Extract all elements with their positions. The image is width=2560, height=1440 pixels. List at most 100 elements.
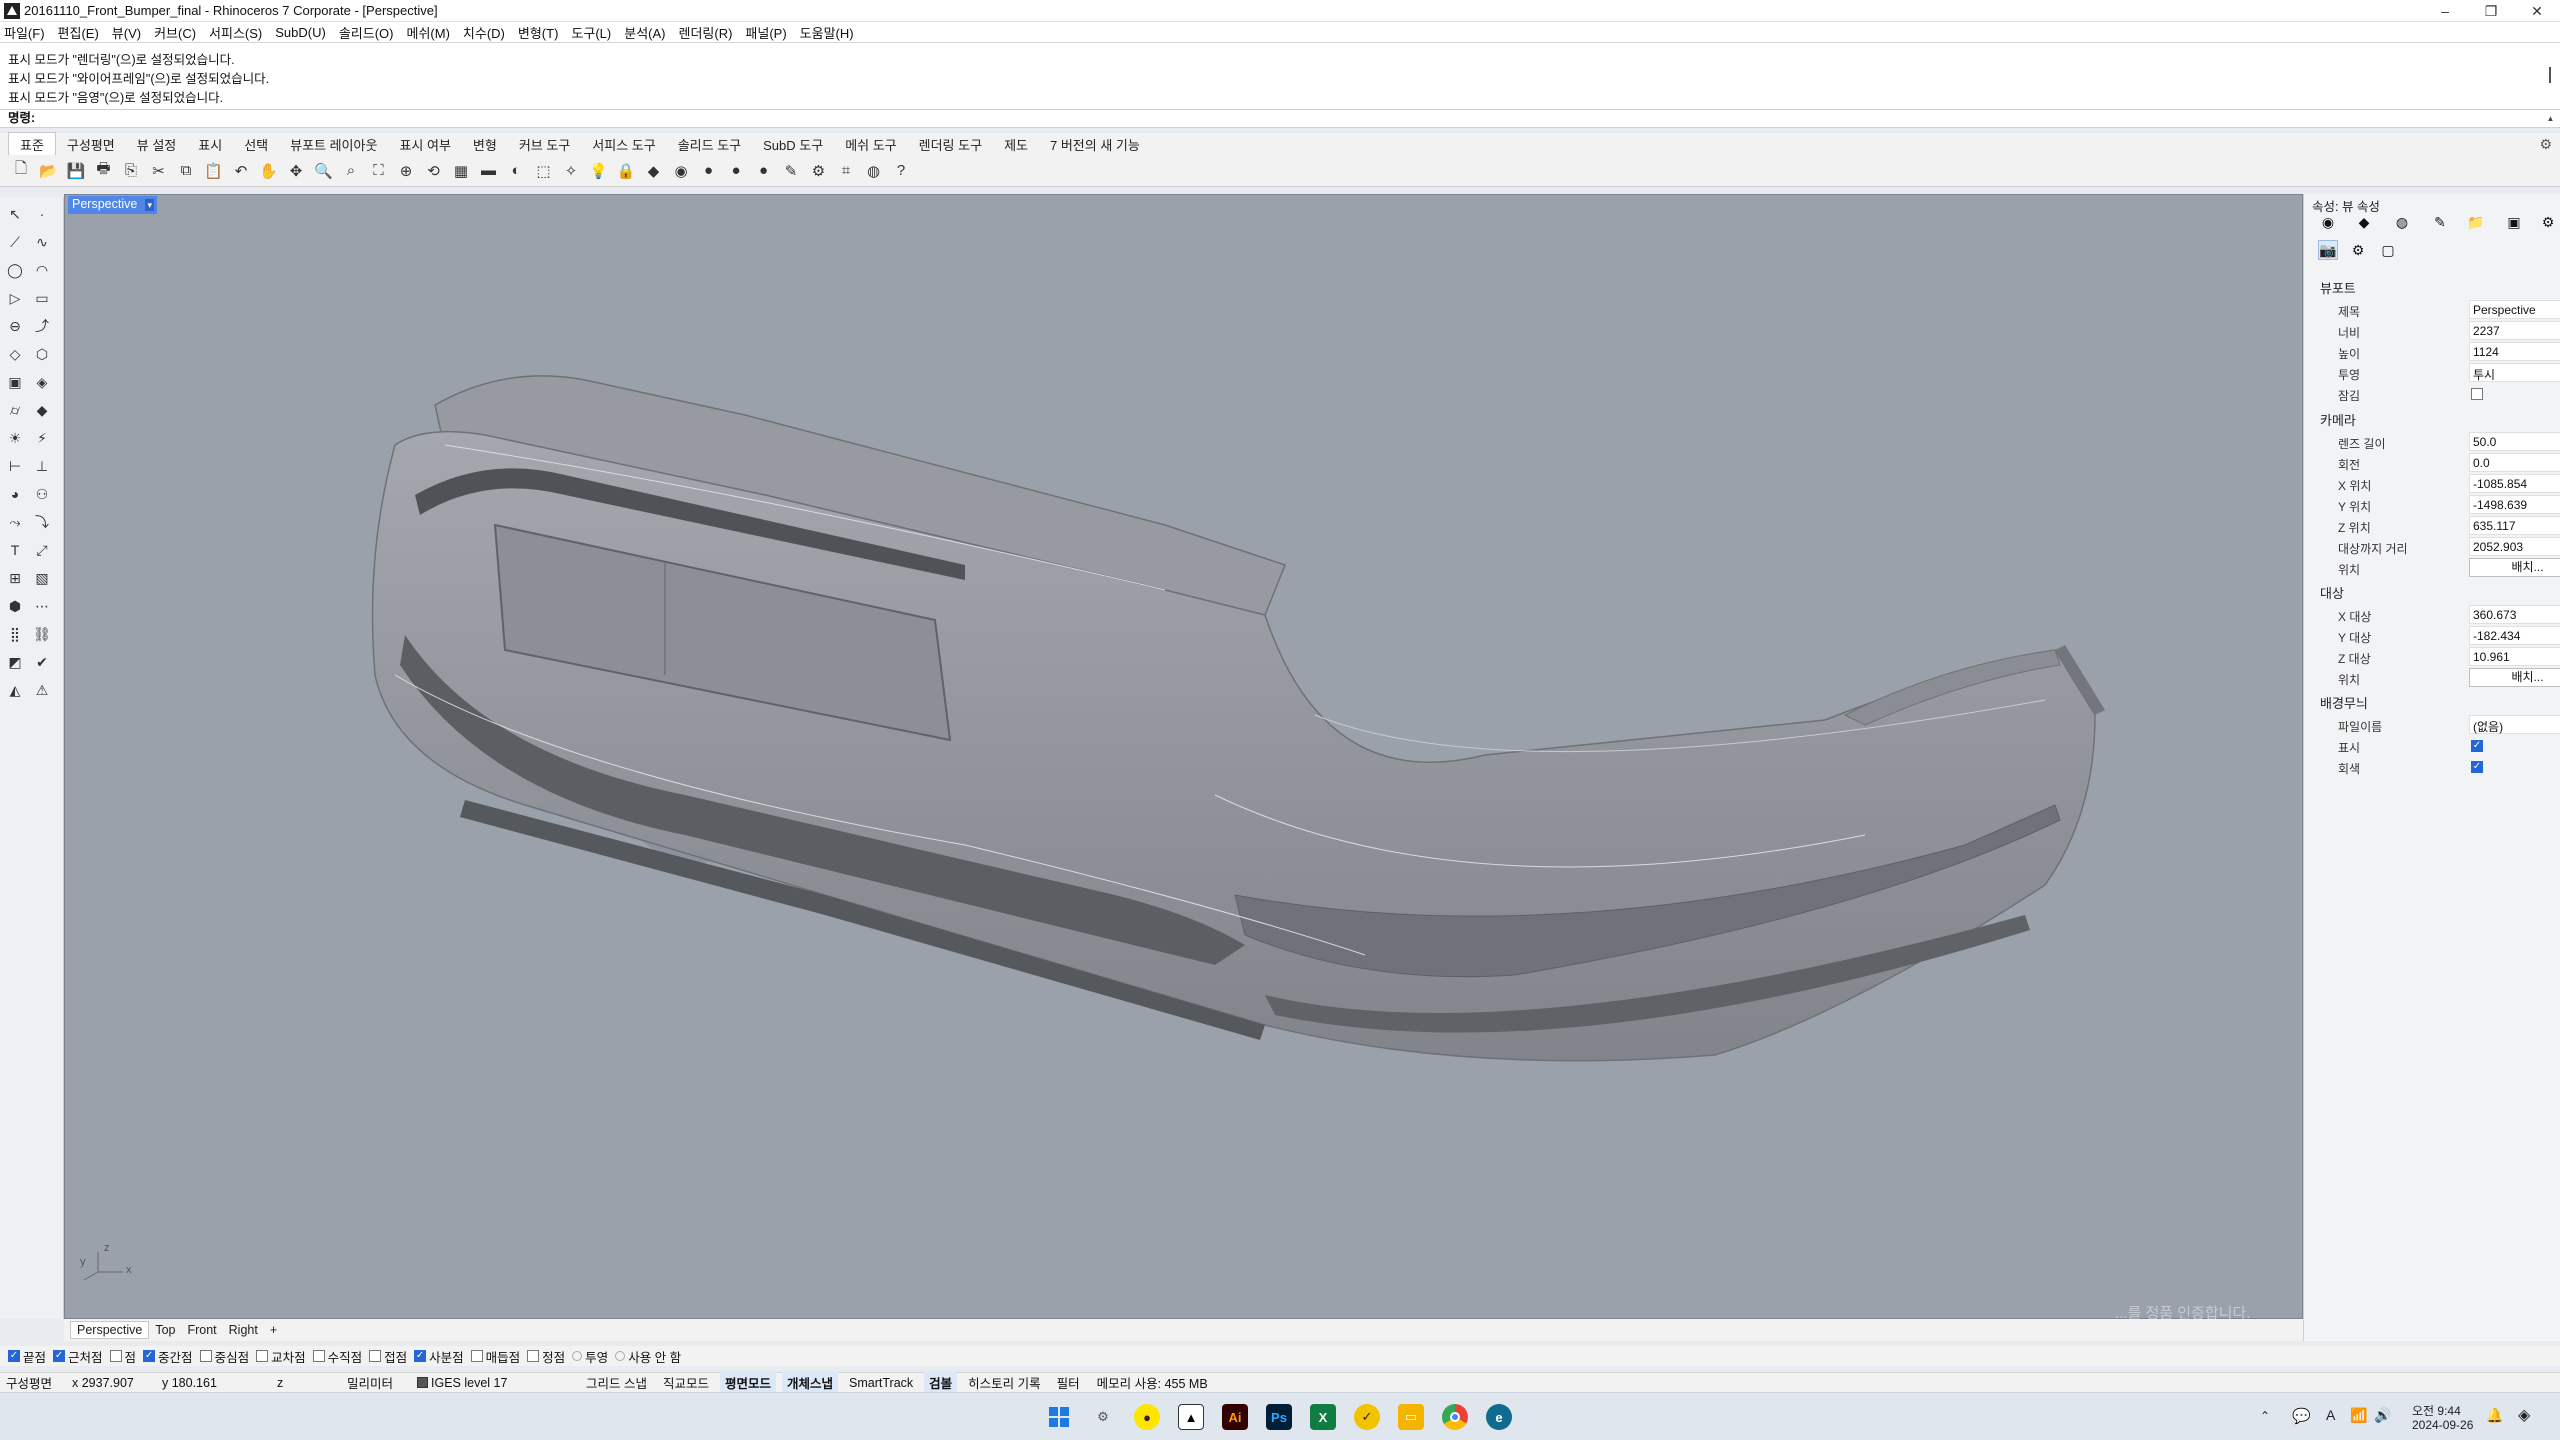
tab-render-tools[interactable]: 렌더링 도구	[908, 133, 993, 156]
points-on-icon[interactable]: ✧	[560, 160, 582, 182]
menu-solid[interactable]: 솔리드(O)	[339, 23, 394, 42]
windows-start-icon[interactable]	[1046, 1404, 1072, 1430]
tab-visibility[interactable]: 표시 여부	[388, 133, 461, 156]
pane-ortho[interactable]: 직교모드	[658, 1371, 714, 1394]
viewport-title[interactable]: Perspective ▾	[68, 196, 158, 214]
select-arrow-icon[interactable]: ↖	[4, 203, 26, 225]
pane-planar[interactable]: 평면모드	[720, 1371, 777, 1394]
tab-viewport-layout[interactable]: 뷰포트 레이아웃	[279, 133, 388, 156]
x-position-field[interactable]: -1085.854	[2469, 474, 2560, 493]
zoom-selected-icon[interactable]: ⊕	[395, 160, 417, 182]
menu-view[interactable]: 뷰(V)	[112, 23, 141, 42]
light-icon[interactable]: ☀	[4, 427, 26, 449]
extra-panel-icon[interactable]: ⚙	[2538, 212, 2558, 232]
prop-width-field[interactable]: 2237	[2469, 321, 2560, 340]
explode-icon[interactable]: ⤵	[31, 511, 53, 533]
y-target-field[interactable]: -182.434	[2469, 626, 2560, 645]
camera-icon[interactable]: 📷	[2318, 240, 2338, 260]
close-button[interactable]: ✕	[2514, 0, 2560, 22]
zoom-icon[interactable]: 🔍	[313, 160, 335, 182]
image-icon[interactable]: ▣	[2504, 212, 2524, 232]
drafting-icon[interactable]: ⚠	[31, 679, 53, 701]
osnap-center[interactable]: 중심점	[199, 1347, 249, 1366]
locked-checkbox[interactable]	[2471, 388, 2483, 400]
viewport-frame-icon[interactable]: ▢	[2378, 240, 2398, 260]
join-icon[interactable]: ⤳	[4, 511, 26, 533]
wireframe-sphere-icon[interactable]: ●	[698, 160, 720, 182]
minimize-button[interactable]: –	[2422, 0, 2468, 22]
color-wheel-icon[interactable]: ◉	[670, 160, 692, 182]
menu-curve[interactable]: 커브(C)	[154, 23, 196, 42]
add-viewport-tab-icon[interactable]: +	[264, 1322, 283, 1338]
tab-solid-tools[interactable]: 솔리드 도구	[667, 133, 752, 156]
clock-date[interactable]: 2024-09-26	[2412, 1418, 2473, 1432]
menu-tools[interactable]: 도구(L)	[571, 23, 611, 42]
options-icon[interactable]: ⚙	[808, 160, 830, 182]
osnap-knot[interactable]: 매듭점	[470, 1347, 520, 1366]
hatch-icon[interactable]: ▧	[31, 567, 53, 589]
maximize-button[interactable]: ❐	[2468, 0, 2514, 22]
norton-icon[interactable]: ✓	[1354, 1404, 1380, 1430]
render-settings-icon[interactable]: ◍	[2392, 212, 2412, 232]
hide-icon[interactable]: ◐	[505, 160, 527, 182]
rotation-field[interactable]: 0.0	[2469, 453, 2560, 472]
save-icon[interactable]: 💾	[65, 160, 87, 182]
gray-wallpaper-checkbox[interactable]: ✓	[2471, 761, 2483, 773]
environment-icon[interactable]: ◆	[2354, 212, 2374, 232]
fillet-curve-icon[interactable]: ⤴	[31, 315, 53, 337]
osnap-vertex[interactable]: 정점	[527, 1347, 565, 1366]
menu-mesh[interactable]: 메쉬(M)	[407, 23, 450, 42]
paint-icon[interactable]: ◕	[4, 483, 26, 505]
tab-drafting[interactable]: 제도	[993, 133, 1039, 156]
select-icon[interactable]: ⬚	[533, 160, 555, 182]
text-icon[interactable]: T	[4, 539, 26, 561]
perspective-viewport[interactable]	[64, 194, 2303, 1319]
rhino-app-icon[interactable]: ▲	[1178, 1404, 1204, 1430]
array-icon[interactable]: ⣿	[4, 623, 26, 645]
osnap-intersection[interactable]: 교차점	[256, 1347, 306, 1366]
gear-icon[interactable]: ⚙	[2539, 136, 2552, 153]
block-icon[interactable]: ⊞	[4, 567, 26, 589]
chat-tray-icon[interactable]: 💬	[2292, 1407, 2311, 1425]
sweep-icon[interactable]: ⚡	[31, 427, 53, 449]
tab-mesh-tools[interactable]: 메쉬 도구	[834, 133, 907, 156]
open-file-icon[interactable]: 📂	[38, 160, 60, 182]
command-line[interactable]: 명령: ▲	[0, 109, 2560, 128]
pane-filter[interactable]: 필터	[1052, 1371, 1085, 1394]
scale-icon[interactable]: ⤢	[31, 539, 53, 561]
notification-bell-icon[interactable]: 🔔	[2486, 1407, 2503, 1424]
menu-help[interactable]: 도움말(H)	[800, 23, 854, 42]
mesh-icon[interactable]: ◆	[31, 399, 53, 421]
zoom-window-icon[interactable]: ⌕	[340, 160, 362, 182]
rotate-view-icon[interactable]: ✥	[285, 160, 307, 182]
pencil-icon[interactable]: ✎	[780, 160, 802, 182]
shaded-sphere-icon[interactable]: ●	[725, 160, 747, 182]
y-position-field[interactable]: -1498.639	[2469, 495, 2560, 514]
menu-analyze[interactable]: 분석(A)	[624, 23, 665, 42]
tab-surface-tools[interactable]: 서피스 도구	[581, 133, 666, 156]
polygon-icon[interactable]: ▷	[4, 287, 26, 309]
units-status[interactable]: 밀리미터	[341, 1373, 411, 1392]
excel-icon[interactable]: X	[1310, 1404, 1336, 1430]
tab-select[interactable]: 선택	[233, 133, 279, 156]
layer-status[interactable]: IGES level 17	[411, 1376, 581, 1390]
undo-icon[interactable]: ↶	[230, 160, 252, 182]
osnap-disable[interactable]: 사용 안 함	[615, 1347, 681, 1366]
pane-osnap[interactable]: 개체스냅	[782, 1371, 839, 1394]
volume-icon[interactable]: 🔊	[2374, 1407, 2391, 1424]
command-scroll-icon[interactable]: ▲	[2545, 113, 2556, 124]
material-icon[interactable]: ◉	[2318, 212, 2338, 232]
cut-icon[interactable]: ✂	[148, 160, 170, 182]
extrude-icon[interactable]: ⬡	[31, 343, 53, 365]
tab-display[interactable]: 표시	[187, 133, 233, 156]
folder-icon[interactable]: 📁	[2466, 212, 2486, 232]
tab-set-view[interactable]: 뷰 설정	[126, 133, 188, 156]
chevron-down-icon[interactable]: ▾	[145, 199, 155, 211]
paste-icon[interactable]: 📋	[203, 160, 225, 182]
menu-subd[interactable]: SubD(U)	[275, 25, 326, 40]
kakaotalk-icon[interactable]: ●	[1134, 1404, 1160, 1430]
viewport-tab-front[interactable]: Front	[181, 1322, 222, 1338]
viewport-tab-top[interactable]: Top	[149, 1322, 181, 1338]
wifi-icon[interactable]: 📶	[2350, 1407, 2367, 1424]
lights-icon[interactable]: 💡	[588, 160, 610, 182]
